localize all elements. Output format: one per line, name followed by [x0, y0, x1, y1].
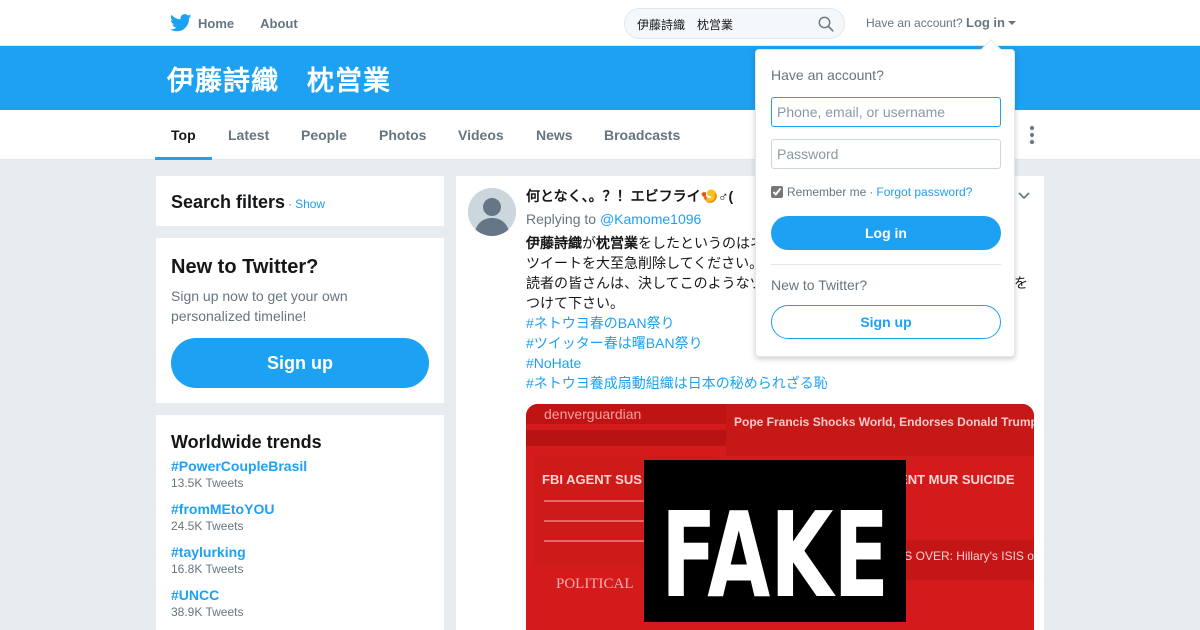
dropdown-signup-button[interactable]: Sign up: [771, 305, 1001, 339]
hashtag-link[interactable]: #ネトウヨ養成扇動組織は日本の秘められざる恥: [526, 373, 1034, 393]
tab-top[interactable]: Top: [171, 110, 196, 160]
search-query-title: 伊藤詩織 枕営業: [167, 66, 391, 96]
nav-about-link[interactable]: About: [260, 16, 298, 31]
caret-down-icon: [1008, 20, 1016, 25]
media-logo: POLITICAL: [556, 576, 634, 592]
tweet-text-fragment: が: [582, 235, 596, 251]
search-filters-title: Search filters: [171, 192, 286, 212]
avatar[interactable]: [468, 188, 516, 236]
media-site-name: denverguardian: [544, 406, 641, 422]
trends-card: Worldwide trends #PowerCoupleBrasil 13.5…: [156, 415, 444, 630]
search-tabs: Top Latest People Photos Videos News Bro…: [0, 110, 1200, 160]
login-link-label: Log in: [966, 15, 1005, 30]
media-headline-right: 'S OVER: Hillary's ISIS orse Than Anyone…: [902, 549, 1034, 563]
trend-item[interactable]: #UNCC 38.9K Tweets: [171, 587, 431, 619]
nav-home-link[interactable]: Home: [198, 16, 234, 31]
trend-count: 38.9K Tweets: [171, 605, 244, 619]
signup-card-title: New to Twitter?: [171, 256, 319, 278]
replying-prefix: Replying to: [526, 211, 597, 227]
tweet-text-fragment: 読者の皆さんは、決してこのようなツ: [526, 275, 764, 291]
tweet-media-image[interactable]: denverguardian Pope Francis Shocks World…: [526, 404, 1034, 630]
tab-broadcasts[interactable]: Broadcasts: [604, 110, 680, 160]
search-banner: 伊藤詩織 枕営業: [0, 46, 1200, 110]
login-button[interactable]: Log in: [771, 216, 1001, 250]
search-filters-show-link[interactable]: Show: [295, 197, 325, 211]
nav-left: Home About: [170, 0, 324, 46]
trend-count: 16.8K Tweets: [171, 562, 244, 576]
trend-name[interactable]: #PowerCoupleBrasil: [171, 458, 431, 474]
trends-title: Worldwide trends: [171, 432, 322, 452]
media-headline-top: Pope Francis Shocks World, Endorses Dona…: [734, 415, 1034, 429]
search-filters-card: Search filters · Show: [156, 176, 444, 226]
search-box: [624, 8, 845, 39]
tab-news[interactable]: News: [536, 110, 573, 160]
remember-me-label[interactable]: Remember me: [787, 185, 866, 199]
tab-latest[interactable]: Latest: [228, 110, 269, 160]
highlight-text: 伊藤詩織: [526, 235, 582, 251]
svg-text:Pope Francis Shocks World, End: Pope Francis Shocks World, Endorses Dona…: [734, 415, 1034, 429]
tweet-author-name[interactable]: 何となく、。？！エビフライ🍤♂(: [526, 186, 733, 206]
dropdown-title: Have an account?: [771, 67, 884, 83]
signup-card-text: Sign up now to get your own personalized…: [171, 288, 348, 324]
signup-button[interactable]: Sign up: [171, 338, 429, 388]
tweet-text-fragment: を: [1014, 275, 1028, 291]
trend-item[interactable]: #PowerCoupleBrasil 13.5K Tweets: [171, 458, 431, 490]
password-field[interactable]: [771, 139, 1001, 169]
signup-card: New to Twitter? Sign up now to get your …: [156, 238, 444, 403]
divider: [771, 264, 1001, 265]
username-field[interactable]: [771, 97, 1001, 127]
tab-videos[interactable]: Videos: [458, 110, 504, 160]
chevron-down-icon[interactable]: [1018, 192, 1030, 200]
login-dropdown-toggle[interactable]: Log in: [966, 15, 1016, 30]
trend-item[interactable]: #fromMEtoYOU 24.5K Tweets: [171, 501, 431, 533]
more-options-icon[interactable]: [1028, 126, 1036, 144]
have-account-text: Have an account?: [866, 16, 963, 30]
tab-people[interactable]: People: [301, 110, 347, 160]
fake-overlay-text: FAKE: [661, 486, 889, 624]
twitter-bird-icon[interactable]: [170, 14, 192, 32]
tab-photos[interactable]: Photos: [379, 110, 426, 160]
remember-me-row: Remember me · Forgot password?: [771, 185, 972, 199]
trend-name[interactable]: #taylurking: [171, 544, 431, 560]
trend-item[interactable]: #taylurking 16.8K Tweets: [171, 544, 431, 576]
fake-news-image: denverguardian Pope Francis Shocks World…: [526, 404, 1034, 630]
forgot-password-link[interactable]: Forgot password?: [876, 185, 972, 199]
remember-separator: ·: [869, 185, 874, 199]
search-icon[interactable]: [818, 16, 834, 32]
trend-count: 13.5K Tweets: [171, 476, 244, 490]
default-avatar-icon: [468, 188, 516, 236]
active-tab-indicator: [155, 157, 212, 160]
search-input[interactable]: [637, 15, 807, 33]
remember-me-checkbox[interactable]: [771, 186, 783, 198]
trend-name[interactable]: #fromMEtoYOU: [171, 501, 431, 517]
new-to-twitter-text: New to Twitter?: [771, 277, 868, 293]
replying-to: Replying to @Kamome1096: [526, 211, 701, 227]
login-dropdown: Have an account? Remember me · Forgot pa…: [755, 39, 1015, 357]
search-filters-heading: Search filters · Show: [171, 192, 325, 213]
top-nav: Home About Have an account? Log in: [0, 0, 1200, 46]
trend-name[interactable]: #UNCC: [171, 587, 431, 603]
filters-separator: ·: [288, 197, 293, 211]
highlight-text: 枕営業: [596, 235, 638, 251]
replying-handle-link[interactable]: @Kamome1096: [600, 211, 701, 227]
trend-count: 24.5K Tweets: [171, 519, 244, 533]
tweet-text-fragment: をしたというのはネ: [638, 235, 764, 251]
